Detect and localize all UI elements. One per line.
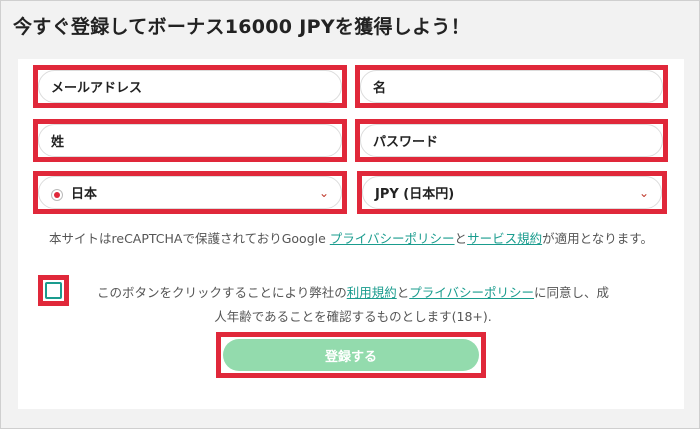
consent-and: と: [396, 285, 410, 300]
highlight-first-name: [355, 65, 668, 108]
recaptcha-notice: 本サイトはreCAPTCHAで保護されておりGoogle プライバシーポリシーと…: [1, 228, 700, 247]
signup-panel: 今すぐ登録してボーナス16000 JPYを獲得しよう！ メールアドレス 名 姓 …: [0, 0, 700, 429]
recaptcha-privacy-link[interactable]: プライバシーポリシー: [330, 231, 455, 246]
recaptcha-text-before: 本サイトはreCAPTCHAで保護されておりGoogle: [49, 231, 330, 246]
consent-text: このボタンをクリックすることにより弊社の利用規約とプライバシーポリシーに同意し、…: [93, 281, 613, 329]
highlight-currency: [357, 171, 667, 214]
highlight-password: [355, 119, 668, 162]
consent-text-before: このボタンをクリックすることにより弊社の: [96, 285, 347, 300]
recaptcha-terms-link[interactable]: サービス規約: [467, 231, 542, 246]
consent-privacy-link[interactable]: プライバシーポリシー: [409, 285, 534, 300]
highlight-last-name: [33, 119, 347, 162]
recaptcha-and: と: [454, 231, 468, 246]
highlight-email: [33, 65, 347, 108]
highlight-country: [33, 171, 347, 214]
recaptcha-text-after: が適用となります。: [542, 231, 653, 246]
page-title: 今すぐ登録してボーナス16000 JPYを獲得しよう！: [13, 16, 470, 38]
highlight-register-button: [216, 332, 486, 378]
highlight-checkbox: [38, 275, 69, 306]
consent-terms-link[interactable]: 利用規約: [347, 285, 397, 300]
